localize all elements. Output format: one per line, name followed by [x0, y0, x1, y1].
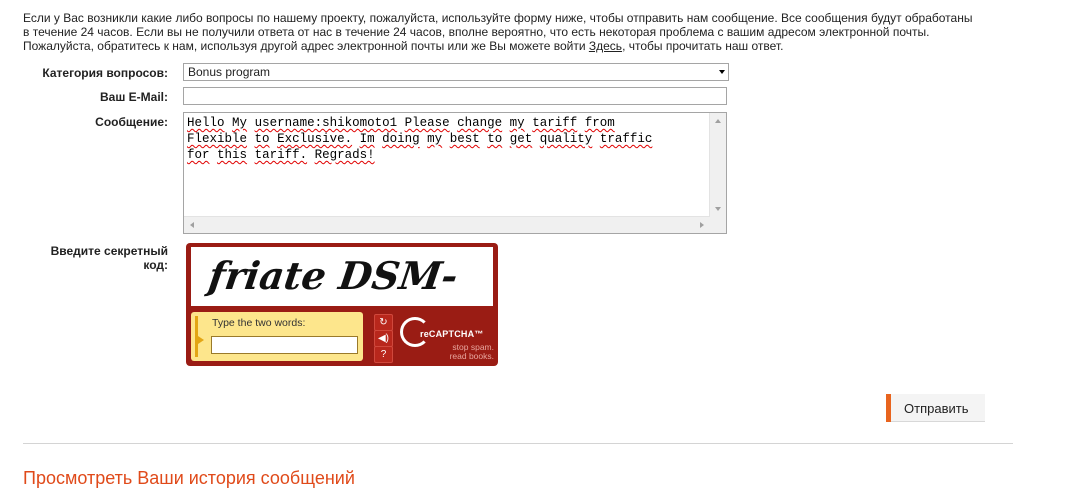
captcha-image: friate DSM- — [191, 247, 493, 306]
intro-line-3-pre: Пожалуйста, обратитесь к нам, используя … — [23, 39, 589, 53]
message-word: to — [254, 132, 270, 146]
intro-line-3-post: , чтобы прочитать наш ответ. — [622, 39, 784, 53]
message-label: Сообщение: — [95, 115, 168, 129]
captcha-label-line-2: код: — [143, 258, 168, 272]
message-word: get — [509, 132, 533, 146]
captcha-label-line-1: Введите секретный — [50, 244, 168, 258]
message-word: doing — [382, 132, 420, 146]
intro-line-3: Пожалуйста, обратитесь к нам, используя … — [23, 39, 1023, 53]
message-word: this — [217, 148, 248, 162]
captcha-label: Введите секретный код: — [16, 244, 168, 272]
message-word: Im — [359, 132, 375, 146]
captcha-prompt: Type the two words: — [212, 317, 306, 329]
message-word: tariff. — [254, 148, 308, 162]
recaptcha-brand: reCAPTCHA™ — [420, 329, 484, 339]
message-word: Exclusive. — [277, 132, 353, 146]
scroll-down-icon[interactable] — [715, 207, 721, 211]
dropdown-arrow-icon — [719, 70, 725, 74]
message-word: best — [449, 132, 480, 146]
captcha-input-area: Type the two words: — [191, 312, 363, 361]
scroll-left-icon[interactable] — [190, 222, 194, 228]
message-word: my — [427, 132, 443, 146]
send-button-label: Отправить — [904, 401, 969, 416]
message-word: username:shikomoto1 — [254, 116, 398, 130]
email-label: Ваш E-Mail: — [99, 90, 168, 104]
message-word: change — [457, 116, 503, 130]
scroll-right-icon[interactable] — [700, 222, 704, 228]
captcha-pointer-icon — [195, 334, 204, 346]
intro-text: Если у Вас возникли какие либо вопросы п… — [23, 11, 1023, 53]
message-word: Flexible — [187, 132, 248, 146]
recaptcha-widget: friate DSM- Type the two words: ↻ ◀) ? r… — [186, 243, 498, 366]
horizontal-scrollbar[interactable] — [184, 216, 710, 233]
help-icon[interactable]: ? — [374, 346, 393, 363]
message-word: My — [232, 116, 248, 130]
divider — [23, 443, 1013, 444]
message-textarea[interactable]: Hello My username:shikomoto1 Please chan… — [183, 112, 727, 234]
category-label: Категория вопросов: — [42, 66, 168, 80]
captcha-response-input[interactable] — [211, 336, 358, 354]
message-word: tariff — [532, 116, 578, 130]
category-select[interactable]: Bonus program — [183, 63, 729, 81]
message-word: from — [584, 116, 615, 130]
vertical-scrollbar[interactable] — [709, 113, 726, 217]
email-input[interactable] — [183, 87, 727, 105]
captcha-words: friate DSM- — [203, 254, 461, 299]
recaptcha-logo: reCAPTCHA™ stop spam. read books. — [400, 317, 494, 361]
send-button[interactable]: Отправить — [886, 394, 985, 422]
scroll-up-icon[interactable] — [715, 119, 721, 123]
scroll-corner — [710, 217, 726, 233]
send-button-accent — [886, 394, 891, 422]
message-history-link[interactable]: Просмотреть Ваши история сообщений — [23, 468, 355, 489]
reload-icon[interactable]: ↻ — [374, 314, 393, 331]
audio-icon[interactable]: ◀) — [374, 330, 393, 347]
category-selected-value: Bonus program — [188, 65, 271, 79]
message-word: for — [187, 148, 210, 162]
recaptcha-tagline: stop spam. read books. — [436, 343, 494, 361]
intro-line-1: Если у Вас возникли какие либо вопросы п… — [23, 11, 973, 25]
message-word: my — [509, 116, 525, 130]
message-word: Hello — [187, 116, 225, 130]
here-link[interactable]: Здесь — [589, 39, 622, 53]
message-word: to — [487, 132, 503, 146]
message-word: traffic — [599, 132, 653, 146]
recaptcha-tagline-2: read books. — [449, 351, 494, 361]
message-word: Regrads! — [314, 148, 375, 162]
message-text: Hello My username:shikomoto1 Please chan… — [187, 115, 697, 163]
intro-line-2: в течение 24 часов. Если вы не получили … — [23, 25, 930, 39]
message-word: Please — [404, 116, 450, 130]
captcha-words-svg: friate DSM- — [203, 254, 461, 299]
message-word: quality — [539, 132, 593, 146]
